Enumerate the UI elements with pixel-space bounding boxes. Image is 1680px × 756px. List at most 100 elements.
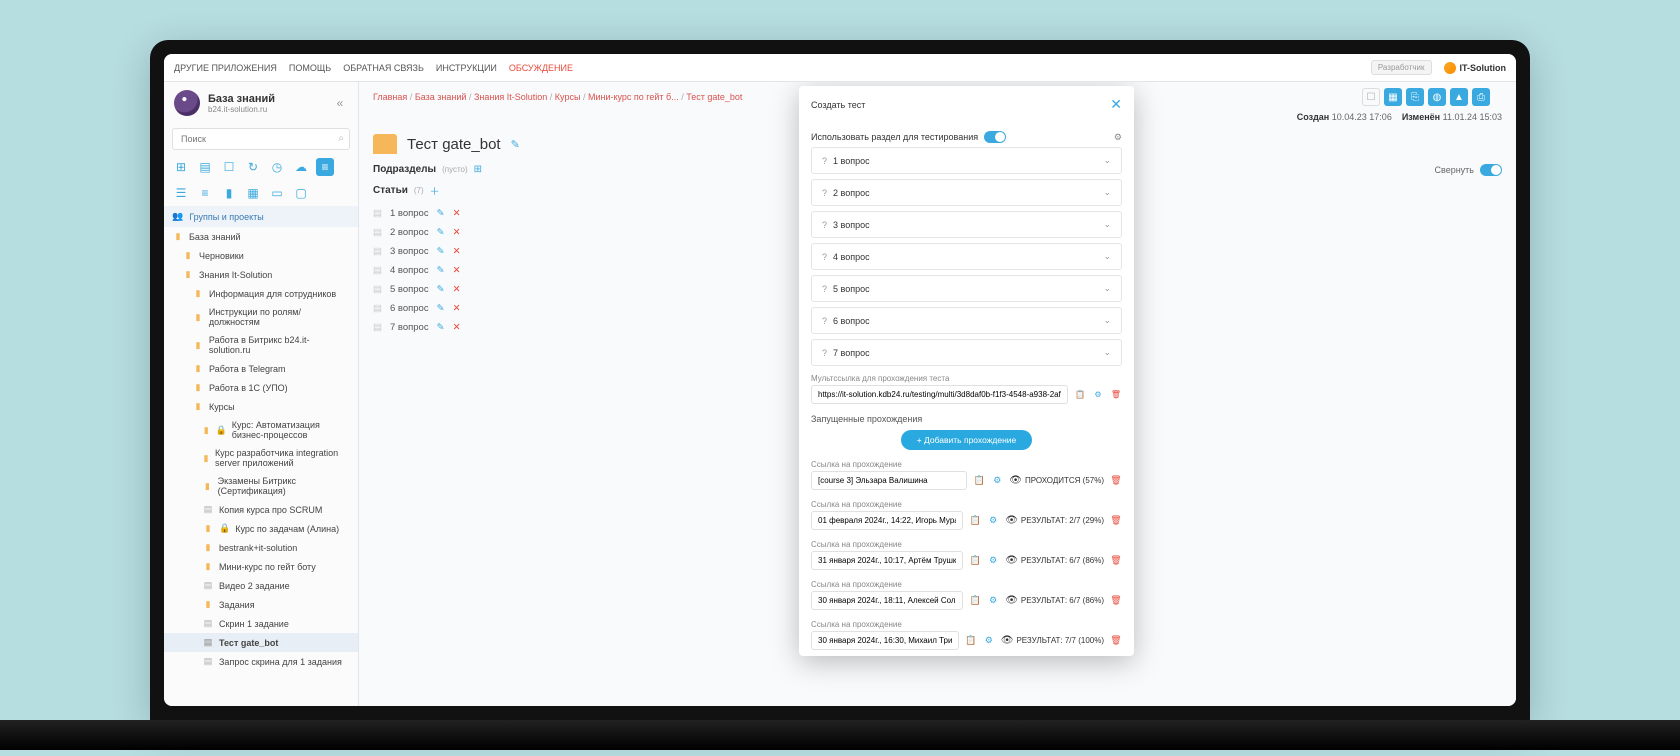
settings-icon[interactable]: ⚙ — [987, 595, 999, 606]
breadcrumb-item[interactable]: Тест gate_bot — [686, 92, 742, 102]
delete-icon[interactable]: ✕ — [453, 303, 461, 314]
tree-item[interactable]: ▮Информация для сотрудников — [164, 284, 358, 303]
tool-filter-icon[interactable]: ≡ — [316, 158, 334, 176]
action-user-icon[interactable]: ▲ — [1450, 88, 1468, 106]
tree-item[interactable]: ▮Курсы — [164, 397, 358, 416]
brand-logo[interactable]: IT-Solution — [1444, 62, 1507, 74]
edit-icon[interactable]: ✎ — [437, 284, 445, 295]
article-title[interactable]: 1 вопрос — [390, 208, 429, 219]
tool-doc-icon[interactable]: ▤ — [196, 158, 214, 176]
delete-icon[interactable]: 🗑 — [1110, 390, 1122, 399]
edit-icon[interactable]: ✎ — [437, 246, 445, 257]
search-input[interactable] — [172, 128, 350, 150]
add-folder-icon[interactable]: ⊞ — [474, 164, 482, 175]
tool-history-icon[interactable]: ↻ — [244, 158, 262, 176]
article-title[interactable]: 2 вопрос — [390, 227, 429, 238]
view-chart-icon[interactable]: ▮ — [220, 184, 238, 202]
breadcrumb-item[interactable]: Главная — [373, 92, 407, 102]
question-item[interactable]: ?2 вопрос⌄ — [811, 179, 1122, 206]
menu-instructions[interactable]: ИНСТРУКЦИИ — [436, 63, 497, 73]
question-item[interactable]: ?5 вопрос⌄ — [811, 275, 1122, 302]
pass-input[interactable] — [811, 631, 959, 650]
tree-item[interactable]: ▮Задания — [164, 595, 358, 614]
tree-item[interactable]: ▤Копия курса про SCRUM — [164, 500, 358, 519]
pass-input[interactable] — [811, 471, 967, 490]
tree-item[interactable]: ▮🔒 Курс: Автоматизация бизнес-процессов — [164, 416, 358, 444]
tool-clock-icon[interactable]: ◷ — [268, 158, 286, 176]
article-title[interactable]: 5 вопрос — [390, 284, 429, 295]
delete-icon[interactable]: ✕ — [453, 265, 461, 276]
tree-item[interactable]: ▮Работа в Telegram — [164, 359, 358, 378]
question-item[interactable]: ?7 вопрос⌄ — [811, 339, 1122, 366]
use-section-toggle[interactable] — [984, 131, 1006, 143]
tree-item[interactable]: ▮Инструкции по ролям/должностям — [164, 303, 358, 331]
delete-icon[interactable]: 🗑 — [1110, 555, 1122, 566]
action-link-icon[interactable]: ⎘ — [1406, 88, 1424, 106]
collapse-toggle[interactable] — [1480, 164, 1502, 176]
close-icon[interactable]: ✕ — [1110, 96, 1122, 113]
tool-bookmark-icon[interactable]: ☐ — [220, 158, 238, 176]
tree-item[interactable]: ▮Экзамены Битрикс (Сертификация) — [164, 472, 358, 500]
breadcrumb-item[interactable]: Курсы — [555, 92, 581, 102]
breadcrumb-item[interactable]: Знания It-Solution — [474, 92, 547, 102]
edit-icon[interactable]: ✎ — [437, 265, 445, 276]
tree-item[interactable]: ▮🔒 Курс по задачам (Алина) — [164, 519, 358, 538]
action-print-icon[interactable]: ⎙ — [1472, 88, 1490, 106]
tree-item[interactable]: ▮Курс разработчика integration server пр… — [164, 444, 358, 472]
copy-icon[interactable]: 📋 — [1074, 390, 1086, 399]
menu-discussion[interactable]: ОБСУЖДЕНИЕ — [509, 63, 573, 73]
delete-icon[interactable]: ✕ — [453, 208, 461, 219]
action-bookmark-icon[interactable]: ☐ — [1362, 88, 1380, 106]
question-item[interactable]: ?4 вопрос⌄ — [811, 243, 1122, 270]
settings-icon[interactable]: ⚙ — [983, 635, 995, 646]
edit-icon[interactable]: ✎ — [511, 138, 520, 151]
view-list-icon[interactable]: ☰ — [172, 184, 190, 202]
tree-item[interactable]: ▤Видео 2 задание — [164, 576, 358, 595]
tree-item[interactable]: ▮Работа в Битрикс b24.it-solution.ru — [164, 331, 358, 359]
view-list2-icon[interactable]: ≡ — [196, 184, 214, 202]
delete-icon[interactable]: 🗑 — [1110, 595, 1122, 606]
delete-icon[interactable]: ✕ — [453, 284, 461, 295]
pass-input[interactable] — [811, 591, 963, 610]
tree-item[interactable]: ▮bestrank+it-solution — [164, 538, 358, 557]
action-globe-icon[interactable]: ◍ — [1428, 88, 1446, 106]
tree-item[interactable]: ▤Тест gate_bot — [164, 633, 358, 652]
settings-icon[interactable]: ⚙ — [991, 475, 1003, 486]
question-item[interactable]: ?6 вопрос⌄ — [811, 307, 1122, 334]
menu-other-apps[interactable]: ДРУГИЕ ПРИЛОЖЕНИЯ — [174, 63, 277, 73]
view-table-icon[interactable]: ▦ — [244, 184, 262, 202]
copy-icon[interactable]: 📋 — [969, 595, 981, 606]
tree-item[interactable]: ▤Скрин 1 задание — [164, 614, 358, 633]
delete-icon[interactable]: 🗑 — [1110, 475, 1122, 486]
delete-icon[interactable]: ✕ — [453, 246, 461, 257]
action-grid-icon[interactable]: ▦ — [1384, 88, 1402, 106]
tree-item[interactable]: ▮Работа в 1C (УПО) — [164, 378, 358, 397]
article-title[interactable]: 7 вопрос — [390, 322, 429, 333]
settings-icon[interactable]: ⚙ — [1092, 390, 1104, 399]
breadcrumb-item[interactable]: Мини-курс по гейт б... — [588, 92, 679, 102]
delete-icon[interactable]: 🗑 — [1110, 635, 1122, 646]
groups-projects[interactable]: 👥 Группы и проекты — [164, 206, 358, 227]
search-icon[interactable]: ⌕ — [338, 133, 344, 144]
edit-icon[interactable]: ✎ — [437, 303, 445, 314]
delete-icon[interactable]: ✕ — [453, 227, 461, 238]
tree-item[interactable]: ▮Черновики — [164, 246, 358, 265]
view-grid-icon[interactable]: ▢ — [292, 184, 310, 202]
add-pass-button[interactable]: + Добавить прохождение — [901, 430, 1033, 450]
copy-icon[interactable]: 📋 — [969, 515, 981, 526]
add-article-icon[interactable]: ＋ — [430, 183, 440, 198]
pass-input[interactable] — [811, 551, 963, 570]
tool-folder-add-icon[interactable]: ⊞ — [172, 158, 190, 176]
tree-item[interactable]: ▮Мини-курс по гейт боту — [164, 557, 358, 576]
collapse-icon[interactable]: « — [332, 96, 348, 110]
edit-icon[interactable]: ✎ — [437, 322, 445, 333]
tool-cloud-icon[interactable]: ☁ — [292, 158, 310, 176]
copy-icon[interactable]: 📋 — [965, 635, 977, 646]
settings-icon[interactable]: ⚙ — [987, 515, 999, 526]
breadcrumb-item[interactable]: База знаний — [415, 92, 467, 102]
menu-help[interactable]: ПОМОЩЬ — [289, 63, 331, 73]
article-title[interactable]: 4 вопрос — [390, 265, 429, 276]
article-title[interactable]: 3 вопрос — [390, 246, 429, 257]
multilink-input[interactable] — [811, 385, 1068, 404]
copy-icon[interactable]: 📋 — [969, 555, 981, 566]
